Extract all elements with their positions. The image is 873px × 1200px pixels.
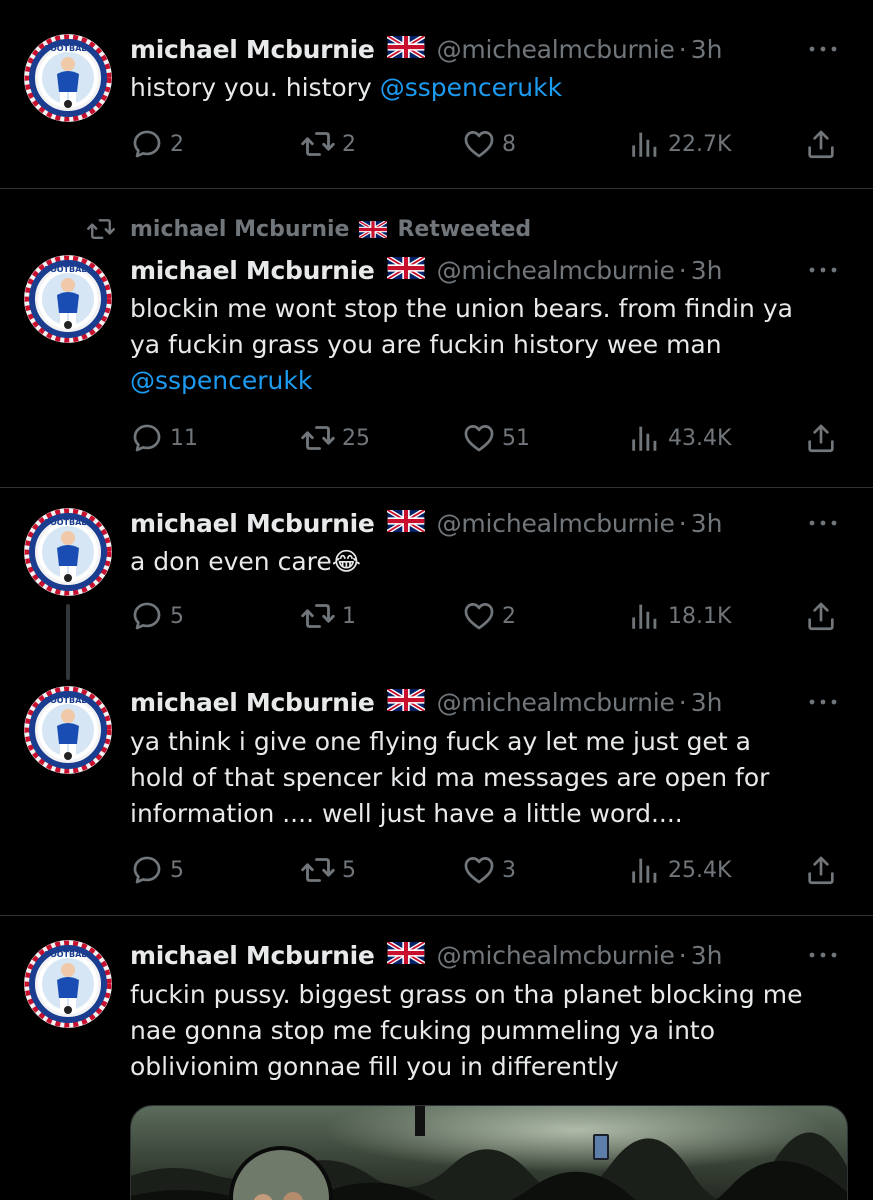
tweet-header: michael Mcburnie @michealmcburnie · 3h <box>130 937 722 973</box>
tweet-text-line: fuckin pussy. biggest grass on tha plane… <box>130 980 803 1009</box>
tweet-text-line: oblivionim gonnae fill you in differentl… <box>130 1052 619 1081</box>
display-name[interactable]: michael Mcburnie <box>130 941 375 970</box>
separator: · <box>678 940 687 970</box>
tweet-text-line: nae gonna stop me fcuking pummeling ya i… <box>130 1016 716 1045</box>
tweet[interactable]: michael Mcburnie @michealmcburnie · 3h f… <box>0 0 873 1200</box>
avatar[interactable] <box>24 940 112 1028</box>
media-attachment[interactable] <box>130 1105 848 1200</box>
more-icon[interactable] <box>808 937 838 973</box>
timestamp[interactable]: 3h <box>691 941 723 970</box>
concert-photo <box>131 1106 847 1200</box>
tweet-text: fuckin pussy. biggest grass on tha plane… <box>130 977 850 1085</box>
uk-flag-emoji <box>387 942 425 968</box>
handle[interactable]: @michealmcburnie <box>437 941 675 970</box>
